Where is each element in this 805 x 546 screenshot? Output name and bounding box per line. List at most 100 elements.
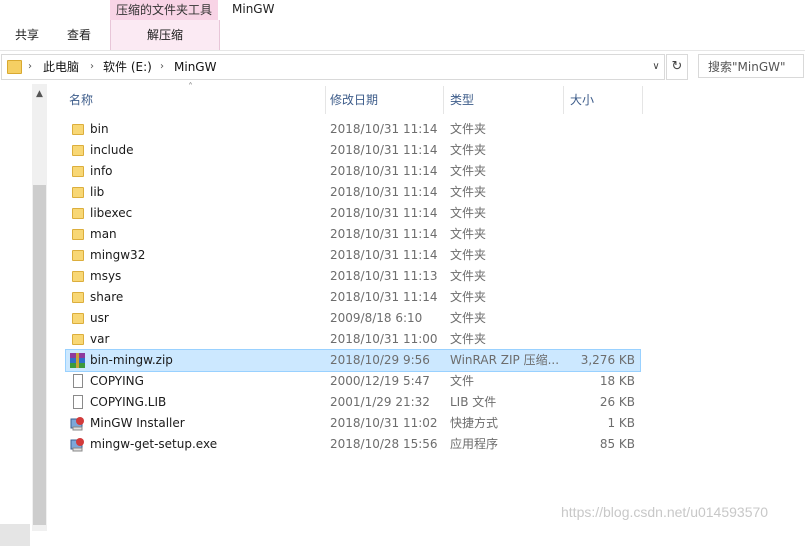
file-row[interactable]: mingw-get-setup.exe 2018/10/28 15:56 应用程序 8… bbox=[66, 434, 640, 455]
file-type: 文件夹 bbox=[450, 269, 487, 283]
file-type: 文件夹 bbox=[450, 122, 487, 136]
file-name: COPYING bbox=[90, 374, 144, 388]
file-name: libexec bbox=[90, 206, 133, 220]
file-name: bin bbox=[90, 122, 109, 136]
file-name: msys bbox=[90, 269, 122, 283]
file-type: 文件夹 bbox=[450, 185, 487, 199]
file-modified-date: 2018/10/31 11:14 bbox=[330, 227, 438, 241]
column-header-date[interactable]: 修改日期 bbox=[330, 86, 378, 114]
file-modified-date: 2018/10/31 11:00 bbox=[330, 332, 438, 346]
address-bar-row: › 此电脑 › 软件 (E:) › MinGW ∨ ↻ 搜索"MinGW" bbox=[0, 54, 805, 80]
file-type: 文件夹 bbox=[450, 290, 487, 304]
file-row[interactable]: man 2018/10/31 11:14 文件夹 bbox=[66, 224, 640, 245]
file-row[interactable]: COPYING 2000/12/19 5:47 文件 18 KB bbox=[66, 371, 640, 392]
column-header-type[interactable]: 类型 bbox=[450, 86, 474, 114]
file-row[interactable]: mingw32 2018/10/31 11:14 文件夹 bbox=[66, 245, 640, 266]
navigation-pane-selected-item[interactable] bbox=[0, 524, 30, 546]
file-name: share bbox=[90, 290, 124, 304]
navigation-pane[interactable] bbox=[0, 84, 32, 546]
file-type: 文件夹 bbox=[450, 206, 487, 220]
breadcrumb-mingw[interactable]: MinGW bbox=[174, 55, 216, 79]
file-modified-date: 2018/10/31 11:14 bbox=[330, 164, 438, 178]
file-modified-date: 2018/10/29 9:56 bbox=[330, 353, 430, 367]
breadcrumb-chevron-icon[interactable]: › bbox=[160, 55, 164, 79]
watermark: https://blog.csdn.net/u014593570 bbox=[561, 504, 769, 520]
file-row[interactable]: share 2018/10/31 11:14 文件夹 bbox=[66, 287, 640, 308]
file-type: WinRAR ZIP 压缩... bbox=[450, 353, 560, 367]
ribbon: 压缩的文件夹工具 解压缩 MinGW 共享 查看 bbox=[0, 0, 805, 51]
file-type: 快捷方式 bbox=[450, 416, 499, 430]
file-row[interactable]: var 2018/10/31 11:00 文件夹 bbox=[66, 329, 640, 350]
file-icon bbox=[73, 395, 83, 409]
file-size: 3,276 KB bbox=[580, 353, 635, 367]
file-type: 文件夹 bbox=[450, 164, 487, 178]
folder-icon bbox=[72, 229, 84, 240]
file-modified-date: 2018/10/31 11:13 bbox=[330, 269, 438, 283]
file-modified-date: 2018/10/31 11:02 bbox=[330, 416, 438, 430]
file-icon bbox=[73, 374, 83, 388]
file-row[interactable]: bin-mingw.zip 2018/10/29 9:56 WinRAR ZIP 压… bbox=[65, 349, 641, 372]
file-name: usr bbox=[90, 311, 109, 325]
context-tab-group-label: 压缩的文件夹工具 bbox=[110, 0, 218, 20]
file-modified-date: 2009/8/18 6:10 bbox=[330, 311, 423, 325]
file-row[interactable]: msys 2018/10/31 11:13 文件夹 bbox=[66, 266, 640, 287]
file-type: 文件夹 bbox=[450, 332, 487, 346]
tab-extract[interactable]: 解压缩 bbox=[110, 20, 220, 50]
breadcrumb-this-pc[interactable]: 此电脑 bbox=[43, 55, 79, 79]
file-row[interactable]: libexec 2018/10/31 11:14 文件夹 bbox=[66, 203, 640, 224]
folder-icon bbox=[72, 271, 84, 282]
folder-icon bbox=[72, 145, 84, 156]
sort-ascending-icon: ˄ bbox=[188, 82, 193, 93]
file-row[interactable]: lib 2018/10/31 11:14 文件夹 bbox=[66, 182, 640, 203]
folder-icon bbox=[72, 187, 84, 198]
tab-share[interactable]: 共享 bbox=[15, 20, 39, 50]
column-header-size[interactable]: 大小 bbox=[570, 86, 594, 114]
installer-exe-icon bbox=[70, 437, 85, 452]
file-size: 26 KB bbox=[599, 395, 635, 409]
file-name: lib bbox=[90, 185, 105, 199]
file-row[interactable]: COPYING.LIB 2001/1/29 21:32 LIB 文件 26 KB bbox=[66, 392, 640, 413]
address-bar[interactable]: › 此电脑 › 软件 (E:) › MinGW ∨ bbox=[1, 54, 665, 80]
file-name: bin-mingw.zip bbox=[90, 353, 173, 367]
file-list: bin 2018/10/31 11:14 文件夹 include 2018/10/31 … bbox=[65, 119, 641, 455]
folder-icon bbox=[72, 208, 84, 219]
breadcrumb-chevron-icon[interactable]: › bbox=[90, 55, 94, 79]
folder-icon bbox=[7, 60, 22, 74]
file-modified-date: 2018/10/31 11:14 bbox=[330, 290, 438, 304]
column-divider[interactable] bbox=[642, 86, 643, 114]
search-input[interactable]: 搜索"MinGW" bbox=[698, 54, 804, 78]
navigation-scrollbar[interactable]: ▲ bbox=[32, 84, 47, 531]
window-title: MinGW bbox=[232, 2, 275, 16]
breadcrumb-drive[interactable]: 软件 (E:) bbox=[103, 55, 152, 79]
chevron-down-icon[interactable]: ∨ bbox=[648, 55, 664, 79]
file-type: 文件夹 bbox=[450, 143, 487, 157]
file-modified-date: 2018/10/28 15:56 bbox=[330, 437, 438, 451]
file-row[interactable]: include 2018/10/31 11:14 文件夹 bbox=[66, 140, 640, 161]
scroll-up-icon[interactable]: ▲ bbox=[32, 84, 47, 104]
tab-view[interactable]: 查看 bbox=[67, 20, 91, 50]
column-divider[interactable] bbox=[443, 86, 444, 114]
file-modified-date: 2000/12/19 5:47 bbox=[330, 374, 430, 388]
scrollbar-thumb[interactable] bbox=[33, 185, 46, 525]
file-row[interactable]: info 2018/10/31 11:14 文件夹 bbox=[66, 161, 640, 182]
file-size: 1 KB bbox=[607, 416, 635, 430]
file-name: mingw-get-setup.exe bbox=[90, 437, 218, 451]
folder-icon bbox=[72, 313, 84, 324]
folder-icon bbox=[72, 292, 84, 303]
column-divider[interactable] bbox=[563, 86, 564, 114]
column-header-name[interactable]: 名称 bbox=[69, 86, 93, 114]
file-name: MinGW Installer bbox=[90, 416, 185, 430]
folder-icon bbox=[72, 334, 84, 345]
breadcrumb-chevron-icon[interactable]: › bbox=[28, 55, 32, 79]
file-name: COPYING.LIB bbox=[90, 395, 167, 409]
file-size: 18 KB bbox=[599, 374, 635, 388]
file-size: 85 KB bbox=[599, 437, 635, 451]
file-row[interactable]: MinGW Installer 2018/10/31 11:02 快捷方式 1 KB bbox=[66, 413, 640, 434]
file-modified-date: 2001/1/29 21:32 bbox=[330, 395, 430, 409]
file-modified-date: 2018/10/31 11:14 bbox=[330, 185, 438, 199]
folder-icon bbox=[72, 250, 84, 261]
file-row[interactable]: usr 2009/8/18 6:10 文件夹 bbox=[66, 308, 640, 329]
file-row[interactable]: bin 2018/10/31 11:14 文件夹 bbox=[66, 119, 640, 140]
column-divider[interactable] bbox=[325, 86, 326, 114]
refresh-icon[interactable]: ↻ bbox=[666, 54, 688, 80]
